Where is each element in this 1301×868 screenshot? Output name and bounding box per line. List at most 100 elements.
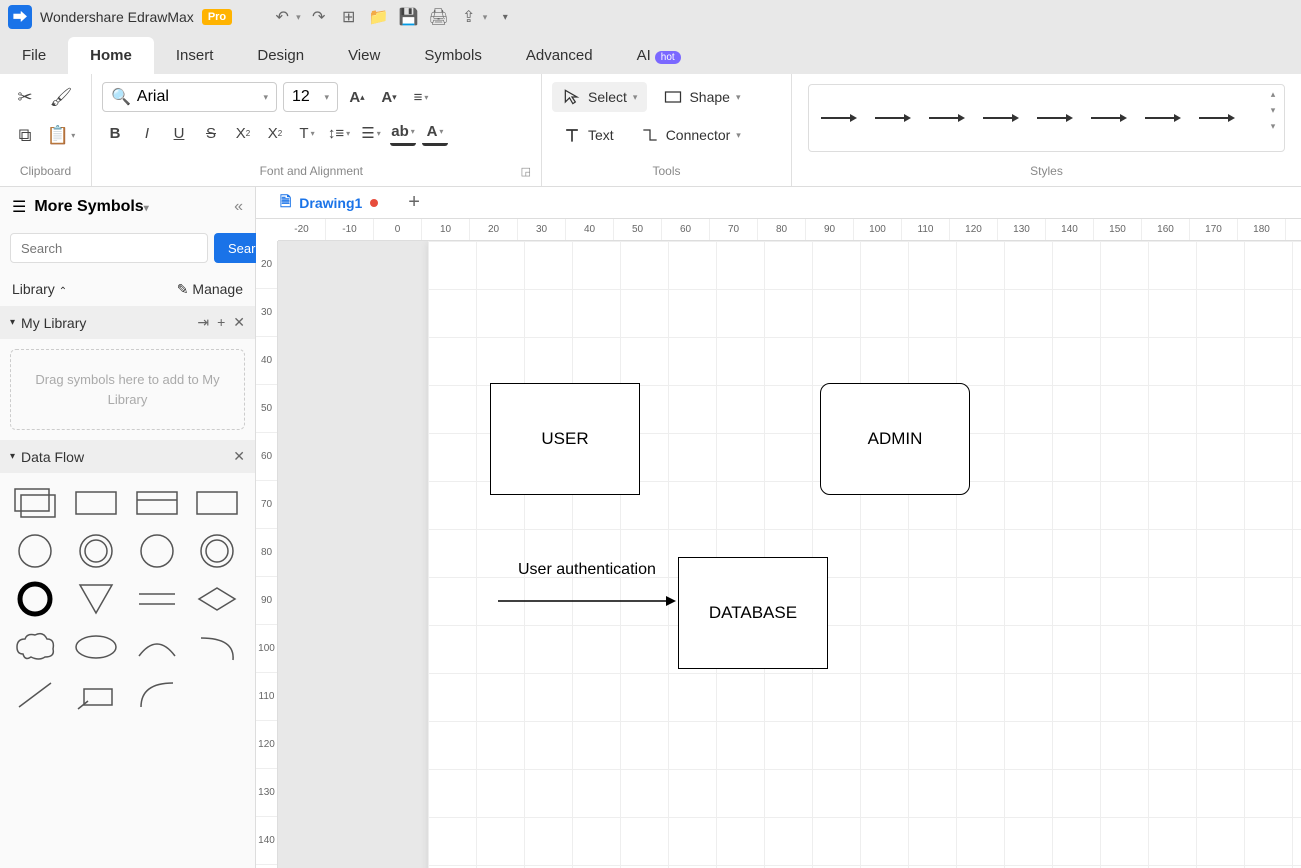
subscript-button[interactable]: X2	[262, 120, 288, 146]
copy-button[interactable]: ⧉	[10, 120, 40, 150]
node-user[interactable]: USER	[490, 383, 640, 495]
menu-design[interactable]: Design	[235, 37, 326, 74]
rectangle-icon	[663, 87, 683, 107]
select-tool-button[interactable]: Select▾	[552, 82, 647, 112]
shape-rect[interactable]	[71, 483, 121, 523]
shape-rect-header[interactable]	[132, 483, 182, 523]
gallery-more-button[interactable]: ▾	[1266, 121, 1280, 135]
menu-home[interactable]: Home	[68, 37, 154, 74]
menu-symbols[interactable]: Symbols	[402, 37, 504, 74]
increase-font-button[interactable]: A▴	[344, 84, 370, 110]
my-library-section[interactable]: ▾ My Library ⇥ + ✕	[0, 306, 255, 339]
close-icon[interactable]: ✕	[233, 448, 245, 465]
shape-cloud[interactable]	[10, 627, 60, 667]
superscript-button[interactable]: X2	[230, 120, 256, 146]
open-button[interactable]: 📁	[367, 5, 391, 29]
arrow-style-6[interactable]	[1091, 117, 1121, 119]
text-tool-button[interactable]: Text	[552, 120, 624, 150]
shape-rect-thin[interactable]	[192, 483, 242, 523]
tab-drawing1[interactable]: 🗎 Drawing1	[268, 187, 390, 219]
font-family-select[interactable]: 🔍 Arial ▾	[102, 82, 277, 112]
arrow-style-3[interactable]	[929, 117, 959, 119]
my-library-dropzone[interactable]: Drag symbols here to add to My Library	[10, 349, 245, 430]
import-icon[interactable]: ⇥	[197, 314, 209, 331]
add-icon[interactable]: +	[217, 314, 225, 331]
strikethrough-button[interactable]: S	[198, 120, 224, 146]
shape-triangle[interactable]	[71, 579, 121, 619]
italic-button[interactable]: I	[134, 120, 160, 146]
redo-button[interactable]: ↷	[307, 5, 331, 29]
menu-view[interactable]: View	[326, 37, 402, 74]
arrow-user-database[interactable]	[498, 591, 678, 611]
format-painter-button[interactable]: 🖌	[46, 82, 76, 112]
symbol-search-input[interactable]	[10, 233, 208, 263]
shape-stack[interactable]	[10, 483, 60, 523]
gallery-down-button[interactable]: ▾	[1266, 105, 1280, 119]
paste-button[interactable]: 📋▾	[46, 120, 76, 150]
arrow-style-8[interactable]	[1199, 117, 1229, 119]
data-flow-section[interactable]: ▾ Data Flow ✕	[0, 440, 255, 473]
menu-insert[interactable]: Insert	[154, 37, 236, 74]
pro-badge: Pro	[202, 9, 232, 25]
list-button[interactable]: ☰▾	[358, 120, 384, 146]
decrease-font-button[interactable]: A▾	[376, 84, 402, 110]
more-symbols-title[interactable]: More Symbols▾	[34, 198, 226, 216]
export-button[interactable]: ⇪	[457, 5, 481, 29]
shape-lines[interactable]	[132, 579, 182, 619]
font-dialog-launcher[interactable]: ◲	[521, 165, 531, 178]
line-spacing-button[interactable]: ↕≡▾	[326, 120, 352, 146]
font-size-select[interactable]: 12 ▾	[283, 82, 338, 112]
collapse-sidebar-button[interactable]: «	[234, 198, 243, 216]
canvas[interactable]: USER ADMIN DATABASE User authentication	[278, 241, 1301, 868]
manage-library-button[interactable]: ✎ Manage	[177, 281, 243, 298]
shape-arc[interactable]	[132, 627, 182, 667]
shape-rect-sm[interactable]	[71, 675, 121, 715]
arrow-style-2[interactable]	[875, 117, 905, 119]
page[interactable]: USER ADMIN DATABASE User authentication	[428, 241, 1301, 868]
close-icon[interactable]: ✕	[233, 314, 245, 331]
shape-circle2[interactable]	[132, 531, 182, 571]
text-case-button[interactable]: T▾	[294, 120, 320, 146]
document-tabs: 🗎 Drawing1 +	[256, 187, 1301, 219]
menu-file[interactable]: File	[0, 37, 68, 74]
print-button[interactable]: 🖨	[427, 5, 451, 29]
bold-button[interactable]: B	[102, 120, 128, 146]
save-button[interactable]: 💾	[397, 5, 421, 29]
shape-double-circle[interactable]	[71, 531, 121, 571]
align-button[interactable]: ≡▾	[408, 84, 434, 110]
arrow-style-5[interactable]	[1037, 117, 1067, 119]
new-button[interactable]: ⊞	[337, 5, 361, 29]
shape-curve[interactable]	[132, 675, 182, 715]
shape-bold-circle[interactable]	[10, 579, 60, 619]
ribbon-group-clipboard: ✂ 🖌 ⧉ 📋▾ Clipboard	[0, 74, 92, 186]
node-database[interactable]: DATABASE	[678, 557, 828, 669]
qat-more-button[interactable]: ▾	[493, 5, 517, 29]
cut-button[interactable]: ✂	[10, 82, 40, 112]
arrow-style-7[interactable]	[1145, 117, 1175, 119]
clipboard-label: Clipboard	[10, 160, 81, 182]
node-admin[interactable]: ADMIN	[820, 383, 970, 495]
undo-button[interactable]: ↶	[270, 5, 294, 29]
arrow-label-auth[interactable]: User authentication	[518, 561, 656, 579]
menu-advanced[interactable]: Advanced	[504, 37, 615, 74]
arrow-style-4[interactable]	[983, 117, 1013, 119]
shape-circle[interactable]	[10, 531, 60, 571]
unsaved-indicator-icon	[370, 199, 378, 207]
shape-arc2[interactable]	[192, 627, 242, 667]
add-tab-button[interactable]: +	[400, 191, 428, 214]
font-color-button[interactable]: A▾	[422, 120, 448, 146]
shape-double-circle2[interactable]	[192, 531, 242, 571]
arrow-style-gallery[interactable]: ▴ ▾ ▾	[808, 84, 1285, 152]
shape-line[interactable]	[10, 675, 60, 715]
connector-tool-button[interactable]: Connector▾	[630, 120, 751, 150]
font-label: Font and Alignment	[102, 160, 521, 182]
shape-tool-button[interactable]: Shape▾	[653, 82, 750, 112]
highlight-button[interactable]: ab▾	[390, 120, 416, 146]
gallery-up-button[interactable]: ▴	[1266, 89, 1280, 103]
shape-diamond[interactable]	[192, 579, 242, 619]
underline-button[interactable]: U	[166, 120, 192, 146]
shape-ellipse[interactable]	[71, 627, 121, 667]
library-toggle[interactable]: Library ⌃	[12, 281, 67, 298]
arrow-style-1[interactable]	[821, 117, 851, 119]
menu-ai[interactable]: AIhot	[615, 37, 703, 74]
